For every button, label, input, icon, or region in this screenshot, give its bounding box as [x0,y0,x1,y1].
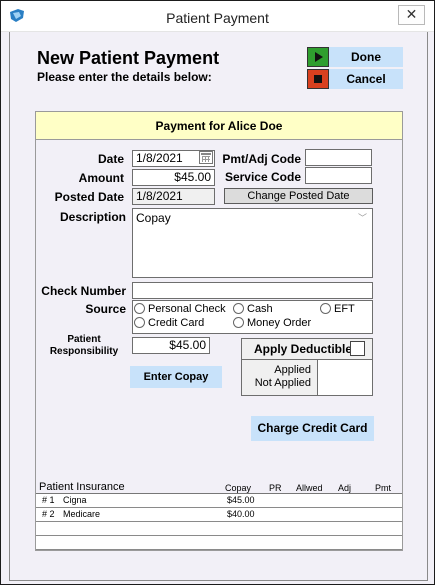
radio-label: Personal Check [148,303,226,315]
patient-responsibility-label-2: Responsibility [49,346,119,357]
done-button[interactable]: Done [329,47,403,67]
service-code-label: Service Code [224,170,301,184]
table-row[interactable] [36,522,402,536]
radio-money-order[interactable]: Money Order [233,317,311,330]
radio-credit-card[interactable]: Credit Card [134,317,204,330]
source-label: Source [85,302,126,316]
radio-cash[interactable]: Cash [233,303,273,316]
radio-circle-icon [233,303,244,314]
radio-label: Cash [247,303,273,315]
close-button[interactable]: ✕ [398,5,425,25]
copay-value: $40.00 [227,509,255,519]
calendar-icon[interactable] [199,151,213,164]
column-header-copay: Copay [225,483,252,493]
radio-circle-icon [233,317,244,328]
pmt-adj-code-field[interactable] [305,149,372,166]
radio-circle-icon [134,317,145,328]
applied-status-cell: Applied Not Applied [241,359,318,396]
radio-circle-icon [134,303,145,314]
column-header-allowed: Allwed [296,483,323,493]
insurance-name: Cigna [63,495,87,505]
description-textarea[interactable]: Copay [132,208,373,278]
applied-label: Applied [274,364,311,376]
radio-eft[interactable]: EFT [320,303,355,316]
posted-date-label: Posted Date [54,190,124,204]
page-subtitle: Please enter the details below: [37,70,212,84]
table-row[interactable]: # 1 Cigna $45.00 [36,494,402,508]
check-number-label: Check Number [41,284,126,298]
apply-deductible-checkbox[interactable] [350,341,365,356]
radio-personal-check[interactable]: Personal Check [134,303,226,316]
check-number-field[interactable] [132,282,373,299]
insurance-table-header: Patient Insurance Copay PR Allwed Adj Pm… [36,479,402,494]
window-title: Patient Payment [166,10,269,26]
patient-payment-window: Patient Payment ✕ New Patient Payment Pl… [0,0,435,585]
insurance-name: Medicare [63,509,101,519]
date-label: Date [97,152,124,166]
row-number: # 1 [42,495,55,505]
copay-value: $45.00 [227,495,255,505]
not-applied-label: Not Applied [254,377,311,389]
radio-circle-icon [320,303,331,314]
panel-title: Payment for Alice Doe [35,111,403,140]
posted-date-field: 1/8/2021 [132,188,215,205]
table-row[interactable]: # 2 Medicare $40.00 [36,508,402,522]
scroll-down-icon[interactable]: ﹀ [358,211,367,224]
amount-field[interactable]: $45.00 [132,169,215,186]
radio-label: Credit Card [148,317,205,329]
cancel-button[interactable]: Cancel [329,69,403,89]
column-header-pr: PR [269,483,282,493]
charge-credit-card-button[interactable]: Charge Credit Card [251,416,374,441]
done-play-icon[interactable] [307,47,329,67]
cancel-stop-icon[interactable] [307,69,329,89]
radio-label: EFT [334,303,355,315]
page-title: New Patient Payment [37,48,220,68]
service-code-field[interactable] [305,167,372,184]
column-header-patient-insurance: Patient Insurance [39,481,125,493]
column-header-pmt: Pmt [375,483,392,493]
patient-responsibility-label-1: Patient [67,334,101,345]
change-posted-date-button[interactable]: Change Posted Date [224,188,373,204]
patient-responsibility-field[interactable]: $45.00 [132,337,210,354]
description-label: Description [59,210,126,224]
row-number: # 2 [42,509,55,519]
title-bar: Patient Payment ✕ [1,1,434,32]
column-header-adj: Adj [338,483,352,493]
radio-label: Money Order [247,317,312,329]
amount-label: Amount [78,171,124,185]
pmt-adj-code-label: Pmt/Adj Code [222,152,301,166]
table-row[interactable] [36,536,402,550]
enter-copay-button[interactable]: Enter Copay [130,366,222,388]
